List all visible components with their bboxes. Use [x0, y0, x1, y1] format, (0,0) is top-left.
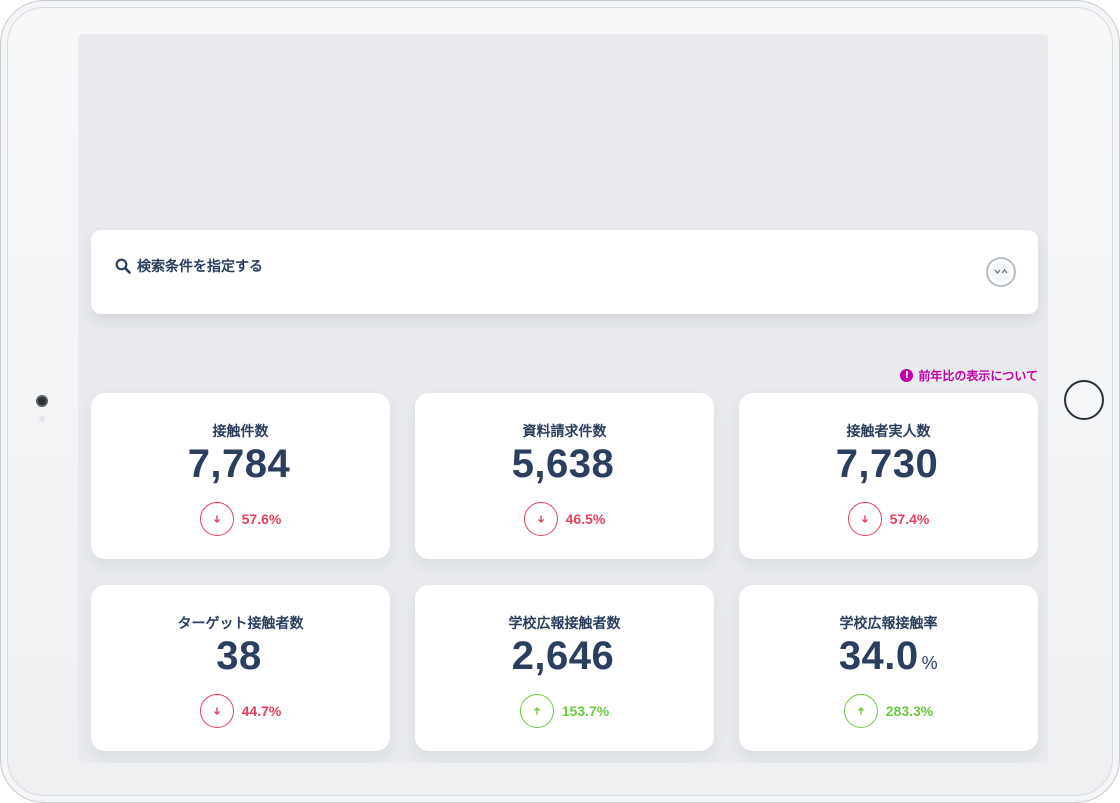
arrow-up-icon — [519, 694, 554, 728]
search-title: 検索条件を指定する — [137, 259, 263, 275]
metric-label: 接触件数 — [212, 424, 269, 440]
camera-icon — [36, 395, 48, 407]
metric-label: 資料請求件数 — [522, 424, 607, 440]
metric-card-document-requests: 資料請求件数 5,638 46.5% — [415, 393, 714, 559]
change-percent: 57.6% — [241, 511, 282, 527]
tablet-frame: 検索条件を指定する ! 前年比の表示について 接触件数 7,784 57.6% — [0, 0, 1120, 803]
arrow-up-icon — [843, 694, 878, 728]
chevron-down-up-icon — [994, 268, 1008, 275]
metric-value: 5,638 — [511, 442, 615, 486]
search-icon — [115, 258, 131, 274]
percent-unit: % — [921, 653, 939, 673]
metric-value: 38 — [216, 634, 262, 678]
metric-value: 34.0% — [838, 634, 939, 678]
change-percent: 57.4% — [889, 511, 930, 527]
metric-label: 接触者実人数 — [846, 424, 931, 440]
metric-card-target-contacts: ターゲット接触者数 38 44.7% — [91, 585, 390, 751]
metric-card-pr-contact-rate: 学校広報接触率 34.0% 283.3% — [739, 585, 1038, 751]
metric-change: 153.7% — [415, 694, 714, 728]
search-header[interactable]: 検索条件を指定する — [115, 256, 263, 276]
yoy-notice-label: 前年比の表示について — [918, 369, 1038, 383]
metric-value: 7,730 — [835, 442, 939, 486]
sensor-dot — [39, 416, 45, 422]
metric-change: 57.4% — [739, 502, 1038, 536]
metric-value: 7,784 — [187, 442, 291, 486]
home-button[interactable] — [1064, 380, 1104, 420]
change-percent: 46.5% — [565, 511, 606, 527]
yoy-notice-link[interactable]: ! 前年比の表示について — [900, 367, 1038, 384]
change-percent: 44.7% — [241, 703, 282, 719]
metric-change: 57.6% — [91, 502, 390, 536]
search-panel[interactable]: 検索条件を指定する — [91, 230, 1038, 314]
metric-label: 学校広報接触率 — [839, 616, 938, 632]
metric-change: 44.7% — [91, 694, 390, 728]
arrow-down-icon — [199, 694, 234, 728]
expand-toggle-button[interactable] — [986, 257, 1016, 287]
metric-change: 46.5% — [415, 502, 714, 536]
info-icon: ! — [900, 369, 914, 382]
metric-value: 2,646 — [511, 634, 615, 678]
arrow-down-icon — [199, 502, 234, 536]
metric-label: ターゲット接触者数 — [177, 616, 304, 632]
arrow-down-icon — [523, 502, 558, 536]
arrow-down-icon — [847, 502, 882, 536]
metric-change: 283.3% — [739, 694, 1038, 728]
metric-label: 学校広報接触者数 — [508, 616, 621, 632]
change-percent: 283.3% — [885, 703, 934, 719]
metric-card-pr-contacts: 学校広報接触者数 2,646 153.7% — [415, 585, 714, 751]
change-percent: 153.7% — [561, 703, 610, 719]
screen: 検索条件を指定する ! 前年比の表示について 接触件数 7,784 57.6% — [78, 34, 1048, 763]
metric-card-contacts: 接触件数 7,784 57.6% — [91, 393, 390, 559]
metric-card-unique-contacts: 接触者実人数 7,730 57.4% — [739, 393, 1038, 559]
